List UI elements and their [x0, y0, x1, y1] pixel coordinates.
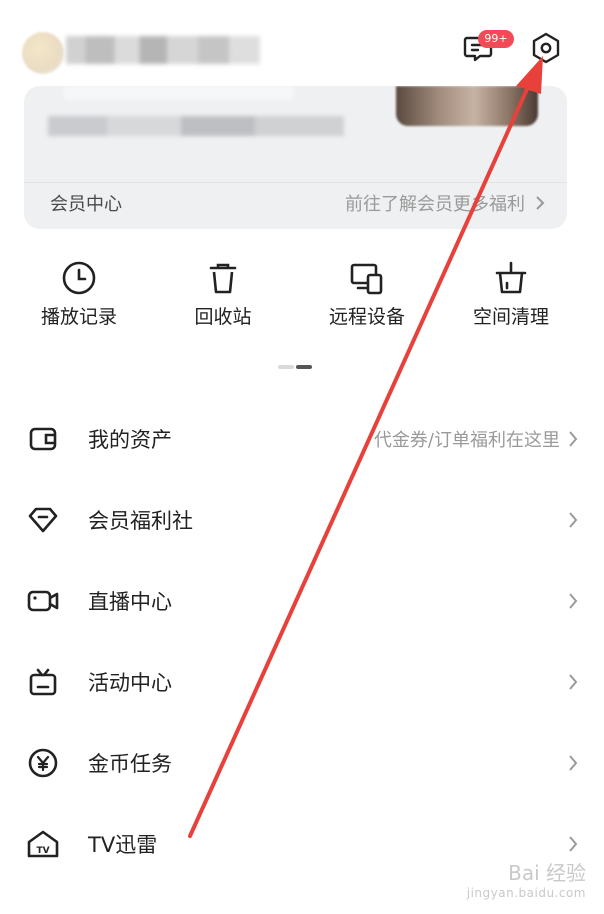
- member-benefits-link[interactable]: 前往了解会员更多福利: [345, 190, 545, 216]
- member-card[interactable]: 会员中心 前往了解会员更多福利: [24, 86, 567, 229]
- page-dot: [278, 365, 294, 369]
- menu-item-live-center[interactable]: 直播中心: [0, 560, 604, 641]
- member-benefits-text: 前往了解会员更多福利: [345, 194, 525, 215]
- chevron-right-icon: [566, 510, 580, 530]
- devices-icon: [347, 258, 387, 298]
- page-indicator: [278, 365, 312, 369]
- tv-box-icon: [26, 665, 60, 699]
- quick-action-play-history[interactable]: 播放记录: [19, 258, 139, 329]
- card-thumbnail-blurred: [396, 86, 538, 126]
- quick-action-label: 播放记录: [40, 306, 117, 328]
- chevron-right-icon: [566, 672, 580, 692]
- menu-item-title: TV迅雷: [88, 832, 158, 857]
- chevron-right-icon: [566, 753, 580, 773]
- menu-item-title: 直播中心: [88, 589, 172, 614]
- menu-item-hint: 代金券/订单福利在这里: [373, 429, 560, 451]
- settings-icon[interactable]: [528, 30, 564, 66]
- watermark: Bai 经验 jingyan.baidu.com: [467, 857, 586, 900]
- card-blurred-text: [48, 116, 344, 136]
- quick-action-remote-devices[interactable]: 远程设备: [307, 258, 427, 329]
- watermark-sub: jingyan.baidu.com: [466, 886, 586, 900]
- chevron-right-icon: [566, 834, 580, 854]
- watermark-main: Bai 经验: [508, 861, 586, 885]
- menu-item-coin-tasks[interactable]: 金币任务: [0, 722, 604, 803]
- clock-icon: [59, 258, 99, 298]
- wallet-icon: [26, 422, 60, 456]
- cleanup-icon: [491, 258, 531, 298]
- menu-item-activity-center[interactable]: 活动中心: [0, 641, 604, 722]
- tv-house-icon: TV: [26, 827, 60, 861]
- message-badge: 99+: [478, 30, 514, 48]
- chevron-right-icon: [566, 591, 580, 611]
- chevron-right-icon: [566, 429, 580, 449]
- menu-item-title: 会员福利社: [88, 508, 193, 533]
- trash-icon: [203, 258, 243, 298]
- quick-action-label: 空间清理: [472, 306, 549, 328]
- quick-action-label: 回收站: [194, 306, 252, 328]
- coin-icon: [26, 746, 60, 780]
- menu-item-title: 金币任务: [88, 751, 172, 776]
- quick-action-recycle-bin[interactable]: 回收站: [163, 258, 283, 329]
- username-blurred: [66, 36, 260, 64]
- diamond-icon: [26, 503, 60, 537]
- menu-item-my-assets[interactable]: 我的资产 代金券/订单福利在这里: [0, 398, 604, 479]
- card-blur-top: [64, 86, 294, 100]
- profile-header: 99+: [0, 0, 604, 95]
- video-camera-icon: [26, 584, 60, 618]
- avatar[interactable]: [22, 32, 64, 74]
- card-divider: [24, 182, 567, 183]
- svg-text:TV: TV: [36, 846, 49, 856]
- menu-item-title: 活动中心: [88, 670, 172, 695]
- page-dot-active: [296, 365, 312, 369]
- quick-action-label: 远程设备: [328, 306, 405, 328]
- menu-item-title: 我的资产: [88, 427, 172, 452]
- member-center-label: 会员中心: [50, 194, 122, 215]
- chevron-right-icon: [536, 196, 545, 210]
- quick-action-space-cleanup[interactable]: 空间清理: [451, 258, 571, 329]
- menu-item-member-welfare[interactable]: 会员福利社: [0, 479, 604, 560]
- quick-actions: 播放记录 回收站 远程设备 空间清理: [0, 258, 604, 338]
- menu-list: 我的资产 代金券/订单福利在这里 会员福利社 直播中心 活动中心 金币任务 TV: [0, 398, 604, 884]
